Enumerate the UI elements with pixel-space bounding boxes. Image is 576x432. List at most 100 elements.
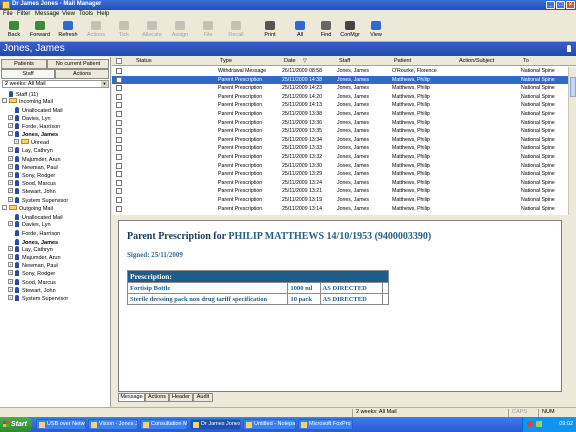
maximize-button[interactable]: □ — [556, 1, 565, 9]
back-button[interactable]: Back — [2, 21, 26, 41]
mail-filter-select[interactable]: 2 weeks: All Mail ▼ — [2, 80, 109, 88]
taskbar-item[interactable]: Untitled - Notepad — [243, 419, 296, 430]
expand-icon[interactable]: + — [8, 172, 13, 177]
expand-icon[interactable]: + — [8, 221, 13, 227]
tree-item[interactable]: + Newman, Paul — [8, 262, 58, 270]
column-to[interactable]: To — [523, 58, 529, 64]
refresh-button[interactable]: Refresh — [56, 21, 80, 41]
row-checkbox[interactable] — [116, 162, 122, 169]
table-row[interactable]: SentParent Prescription25/11/2009 13:14J… — [112, 205, 568, 214]
menu-filter[interactable]: Filter — [17, 11, 30, 17]
table-row[interactable]: SentParent Prescription25/11/2009 13:24J… — [112, 179, 568, 188]
tab-preview-actions[interactable]: Actions — [145, 393, 169, 402]
expand-icon[interactable]: + — [8, 114, 13, 120]
tree-item[interactable]: + Lay, Cathryn — [8, 245, 53, 254]
row-checkbox[interactable] — [116, 85, 122, 92]
expand-icon[interactable]: + — [8, 188, 13, 194]
row-checkbox[interactable] — [116, 111, 122, 117]
column-action-subject[interactable]: Action/Subject — [459, 58, 494, 64]
expand-icon[interactable]: + — [8, 254, 13, 259]
tab-header[interactable]: Header — [169, 393, 193, 402]
tree-item[interactable]: + System Supervisor — [8, 295, 68, 303]
expand-icon[interactable]: + — [8, 245, 13, 251]
row-checkbox[interactable] — [116, 93, 122, 100]
row-checkbox[interactable] — [116, 76, 122, 83]
expand-icon[interactable]: + — [8, 122, 13, 128]
table-row[interactable]: SentParent Prescription25/11/2009 14:38J… — [112, 75, 568, 85]
expand-icon[interactable]: + — [8, 262, 13, 268]
tree-item[interactable]: - Jones, James — [8, 131, 58, 139]
actions-button[interactable]: Actions — [84, 21, 108, 41]
tree-item[interactable]: + Stewart, John — [8, 188, 56, 196]
tree-item[interactable]: + Davies, Lyn — [8, 114, 51, 123]
tree-item[interactable]: Unallocated Mail — [8, 213, 63, 221]
tab-message[interactable]: Message — [118, 393, 145, 402]
expand-icon[interactable]: + — [8, 147, 13, 153]
tree-item[interactable]: + Lay, Cathryn — [8, 147, 53, 155]
expand-icon[interactable]: + — [8, 155, 13, 161]
table-row[interactable]: SentParent Prescription25/11/2009 14:20J… — [112, 93, 568, 102]
expand-icon[interactable]: + — [8, 180, 13, 186]
table-row[interactable]: SentParent Prescription25/11/2009 13:30J… — [112, 162, 568, 171]
tree-item[interactable]: Forde, Harrison — [8, 229, 60, 237]
pane-splitter[interactable] — [112, 215, 576, 219]
row-checkbox[interactable] — [116, 188, 122, 195]
tree-item[interactable]: + Stewart, John — [8, 286, 56, 295]
tab-audit[interactable]: Audit — [193, 393, 213, 402]
taskbar-item[interactable]: USB over Network Client ... — [36, 419, 86, 430]
row-checkbox[interactable] — [116, 171, 122, 178]
forward-button[interactable]: Forward — [28, 21, 52, 41]
view-button[interactable]: View — [364, 21, 388, 41]
tab-patients[interactable]: Patients — [1, 59, 47, 69]
tab-staff[interactable]: Staff — [1, 69, 55, 79]
row-checkbox[interactable] — [116, 154, 122, 160]
conmgr-button[interactable]: ConMgr — [338, 21, 362, 41]
tab-actions[interactable]: Actions — [55, 69, 109, 79]
column-staff[interactable]: Staff — [339, 58, 350, 64]
table-row[interactable]: SentWithdrawal Message26/11/2009 08:58Jo… — [112, 67, 568, 76]
table-row[interactable]: SentParent Prescription25/11/2009 13:33J… — [112, 144, 568, 153]
expand-icon[interactable]: + — [8, 286, 13, 292]
tree-item[interactable]: + Newman, Paul — [8, 163, 58, 172]
select-all-checkbox[interactable] — [116, 58, 122, 64]
menu-file[interactable]: File — [3, 11, 13, 17]
menu-help[interactable]: Help — [97, 11, 109, 17]
tree-item[interactable]: + Unread — [14, 139, 49, 147]
tree-item[interactable]: Unallocated Mail — [8, 106, 63, 114]
row-checkbox[interactable] — [116, 128, 122, 135]
collapse-icon[interactable]: - — [8, 131, 13, 136]
row-checkbox[interactable] — [116, 119, 122, 126]
expand-icon[interactable]: + — [8, 270, 13, 276]
table-row[interactable]: SentParent Prescription25/11/2009 14:23J… — [112, 84, 568, 93]
table-row[interactable]: SentParent Prescription25/11/2009 13:38J… — [112, 110, 568, 119]
column-status[interactable]: Status — [136, 58, 152, 64]
expand-icon[interactable]: + — [8, 163, 13, 169]
print-button[interactable]: Print — [258, 21, 282, 41]
tree-item[interactable]: + Majumder, Arun — [8, 155, 61, 164]
table-row[interactable]: SentParent Prescription25/11/2009 13:35J… — [112, 127, 568, 136]
expand-icon[interactable]: + — [14, 139, 19, 145]
all-button[interactable]: All — [288, 21, 312, 41]
expand-icon[interactable]: + — [8, 278, 13, 284]
tree-item[interactable]: + Sony, Rodger — [8, 270, 55, 278]
tree-item[interactable]: + Sony, Rodger — [8, 172, 55, 180]
tray-antivirus-icon[interactable] — [527, 421, 533, 427]
tree-item[interactable]: Jones, James — [8, 238, 58, 246]
tick-button[interactable]: Tick — [112, 21, 136, 41]
table-row[interactable]: SentParent Prescription25/11/2009 13:36J… — [112, 119, 568, 128]
menu-view[interactable]: View — [62, 11, 75, 17]
table-row[interactable]: SentParent Prescription25/11/2009 13:29J… — [112, 170, 568, 179]
table-row[interactable]: SentParent Prescription25/11/2009 14:13J… — [112, 101, 568, 110]
scrollbar-thumb[interactable] — [570, 77, 576, 97]
row-checkbox[interactable] — [116, 197, 122, 203]
column-date[interactable]: Date — [284, 58, 296, 64]
collapse-icon[interactable]: - — [2, 98, 7, 104]
tree-item[interactable]: Staff (11) — [2, 90, 38, 98]
taskbar-item[interactable]: Dr James Jones - Mail... — [190, 419, 241, 430]
menu-tools[interactable]: Tools — [79, 11, 93, 17]
start-button[interactable]: Start — [0, 417, 32, 432]
table-row[interactable]: SentParent Prescription25/11/2009 13:32J… — [112, 153, 568, 162]
tree-item[interactable]: + Forde, Harrison — [8, 122, 60, 131]
tree-item[interactable]: + Sood, Marcus — [8, 180, 56, 188]
row-checkbox[interactable] — [116, 136, 122, 143]
